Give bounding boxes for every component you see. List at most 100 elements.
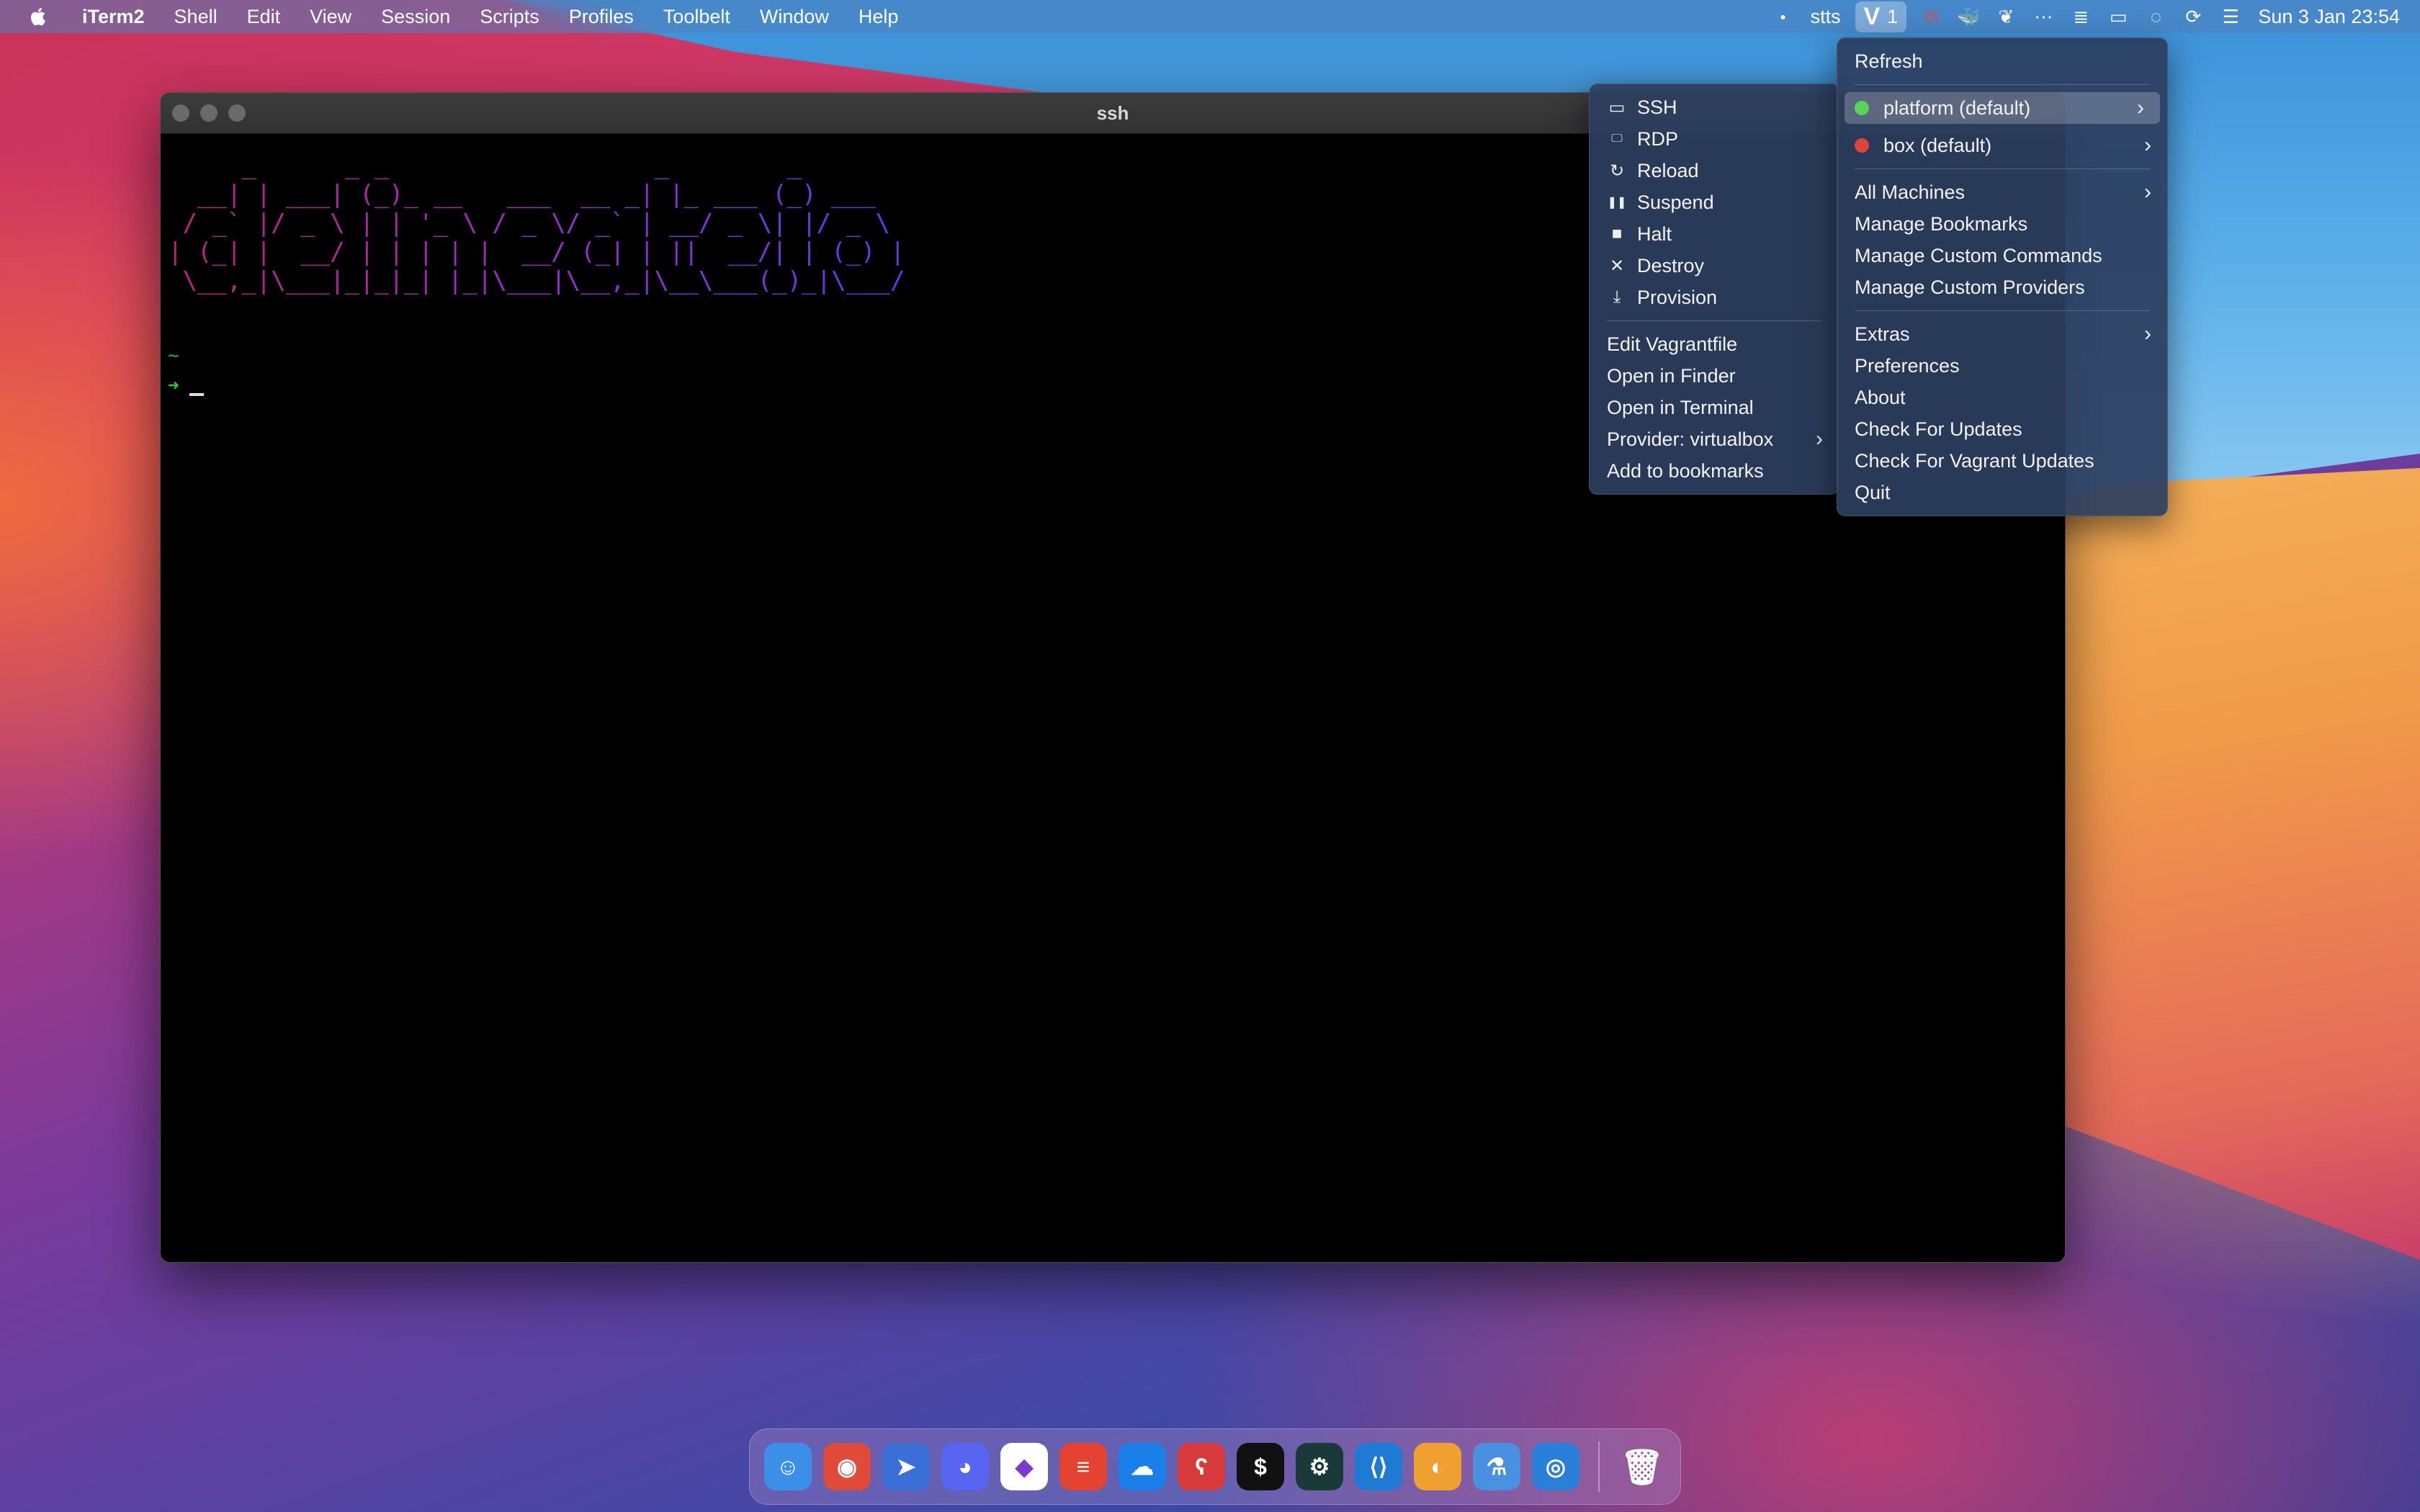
menu-item-check-for-vagrant-updates[interactable]: Check For Vagrant Updates [1837,445,2167,477]
ascii-line: | (_| | __/ | | | | | __/ (_| | || __/| … [168,238,905,266]
airplay-icon[interactable]: ▭ [2106,4,2130,29]
dock-cloud-icon[interactable]: ☁ [1119,1443,1166,1490]
menu-profiles[interactable]: Profiles [569,6,634,28]
dock-affinity-icon[interactable]: ◆ [1000,1443,1048,1490]
machine-submenu: ▭ SSH 🖵 RDP ↻ Reload ❚❚ Suspend ■ Halt ✕ Destroy ⤓ Pr… [1589,84,1839,495]
dock-xcode-tools-icon[interactable]: ⚗ [1473,1443,1520,1490]
menu-item-open-in-terminal[interactable]: Open in Terminal [1590,392,1839,423]
dock-finder-icon[interactable]: ☺ [764,1443,812,1490]
copy-icon[interactable]: ⧉ [1919,4,1943,29]
menu-view[interactable]: View [310,6,351,28]
reload-icon: ↻ [1609,161,1625,181]
menubar: iTerm2 Shell Edit View Session Scripts P… [0,0,2420,33]
menu-item-preferences[interactable]: Preferences [1837,350,2167,382]
menu-item-manage-custom-commands[interactable]: Manage Custom Commands [1837,240,2167,271]
dock-proxyman-icon[interactable]: ◎ [1532,1443,1579,1490]
control-center-icon[interactable]: ☰ [2218,4,2243,29]
chevron-right-icon: › [2144,133,2151,157]
menu-item-machine-box[interactable]: box (default) › [1837,130,2167,161]
menu-item-add-to-bookmarks[interactable]: Add to bookmarks [1590,455,1839,487]
action-label: Suspend [1637,191,1714,213]
machine-label: box (default) [1883,134,1992,156]
ascii-banner: _ _ _ _ _ __| | ___| (_)_ __ ___ __ _| |… [168,151,917,295]
ascii-line: _ _ _ _ _ [168,151,905,180]
separator [1855,84,2150,85]
dock-todoist-icon[interactable]: ≡ [1059,1443,1107,1490]
status-area: ● stts V 1 ⧉ 🐳 ❦ ⋯ ≣ ▭ ◌ ⟳ ☰ Sun 3 Jan 2… [1765,0,2420,33]
vagrant-count: 1 [1887,5,1899,27]
chevron-right-icon: › [2137,96,2144,120]
download-icon: ⤓ [1613,287,1621,307]
dock-trash-icon[interactable]: 🗑 [1618,1443,1666,1490]
vagrant-main-menu: Refresh platform (default) › box (defaul… [1837,37,2168,516]
menu-shell[interactable]: Shell [174,6,218,28]
menu-item-destroy[interactable]: ✕ Destroy [1590,250,1839,282]
dock-iterm-icon[interactable]: $ [1237,1443,1284,1490]
clock[interactable]: Sun 3 Jan 23:54 [2258,6,2400,28]
menu-item-extras[interactable]: Extras › [1837,318,2167,350]
prompt-line[interactable]: ➜ [168,375,204,397]
menu-item-check-for-updates[interactable]: Check For Updates [1837,413,2167,445]
menu-item-quit[interactable]: Quit [1837,477,2167,508]
menu-item-open-in-finder[interactable]: Open in Finder [1590,360,1839,392]
menu-item-all-machines[interactable]: All Machines › [1837,176,2167,208]
extras-label: Extras [1855,323,1910,345]
dock-chrome-icon[interactable]: ◉ [823,1443,871,1490]
dock-discord-icon[interactable]: ◕ [941,1443,989,1490]
leaf-icon[interactable]: ❦ [1994,4,2018,29]
svg-text:_ _ _ _: _ _ _ _ _ __| | ___| (_)_ __ ___ __ _| |… [168,151,917,295]
more-icon[interactable]: ⋯ [2031,4,2056,29]
pause-icon: ❚❚ [1607,197,1627,209]
dot-icon[interactable]: ● [1771,4,1796,29]
dock-bear-icon[interactable]: ʕ [1178,1443,1225,1490]
menu-item-ssh[interactable]: ▭ SSH [1590,91,1839,123]
status-dot-stopped [1855,138,1869,153]
monitor-icon: 🖵 [1611,132,1623,145]
sync-icon[interactable]: ⟳ [2181,4,2205,29]
action-label: Halt [1637,222,1672,245]
menu-item-manage-bookmarks[interactable]: Manage Bookmarks [1837,208,2167,240]
all-machines-label: All Machines [1855,181,1966,203]
menu-item-rdp[interactable]: 🖵 RDP [1590,123,1839,155]
dock-gitkraken-icon[interactable]: ⚙ [1296,1443,1343,1490]
menu-window[interactable]: Window [760,6,829,28]
menu-item-suspend[interactable]: ❚❚ Suspend [1590,186,1839,218]
activity-icon[interactable]: ◌ [2143,4,2168,29]
action-label: Provision [1637,286,1718,308]
text-cursor [189,393,204,396]
menu-item-refresh[interactable]: Refresh [1837,45,2167,77]
menu-item-reload[interactable]: ↻ Reload [1590,155,1839,186]
menu-session[interactable]: Session [381,6,450,28]
menu-app-name[interactable]: iTerm2 [82,6,145,28]
menu-item-about[interactable]: About [1837,382,2167,413]
menu-toolbelt[interactable]: Toolbelt [663,6,730,28]
separator [1855,168,2150,169]
dock-sequel-icon[interactable]: ◐ [1414,1443,1461,1490]
separator [1855,310,2150,311]
prompt-arrow-icon: ➜ [168,375,179,397]
status-dot-running [1855,101,1869,115]
chevron-right-icon: › [2144,180,2151,204]
dock-vscode-icon[interactable]: ⟨⟩ [1355,1443,1402,1490]
menu-item-provision[interactable]: ⤓ Provision [1590,282,1839,313]
stts-label[interactable]: stts [1811,6,1841,28]
menu-help[interactable]: Help [859,6,899,28]
menu-item-machine-platform[interactable]: platform (default) › [1845,92,2160,124]
ascii-line: __| | ___| (_)_ __ ___ __ _| |_ ___ (_) … [168,180,905,209]
menu-item-edit-vagrantfile[interactable]: Edit Vagrantfile [1590,328,1839,360]
dock-spark-icon[interactable]: ➤ [882,1443,930,1490]
prompt-dir: ~ [168,345,179,366]
chevron-right-icon: › [1816,427,1823,451]
docker-icon[interactable]: 🐳 [1956,4,1981,29]
menu-item-manage-custom-providers[interactable]: Manage Custom Providers [1837,271,2167,303]
menu-item-provider[interactable]: Provider: virtualbox › [1590,423,1839,455]
terminal-icon: ▭ [1608,97,1626,117]
menu-scripts[interactable]: Scripts [480,6,539,28]
stack-icon[interactable]: ≣ [2069,4,2093,29]
menu-edit[interactable]: Edit [247,6,281,28]
menu-item-halt[interactable]: ■ Halt [1590,218,1839,250]
vagrant-manager-button[interactable]: V 1 [1855,1,1907,32]
machine-label: platform (default) [1883,96,2031,119]
apple-icon[interactable] [29,6,46,27]
dock-separator [1598,1441,1600,1492]
